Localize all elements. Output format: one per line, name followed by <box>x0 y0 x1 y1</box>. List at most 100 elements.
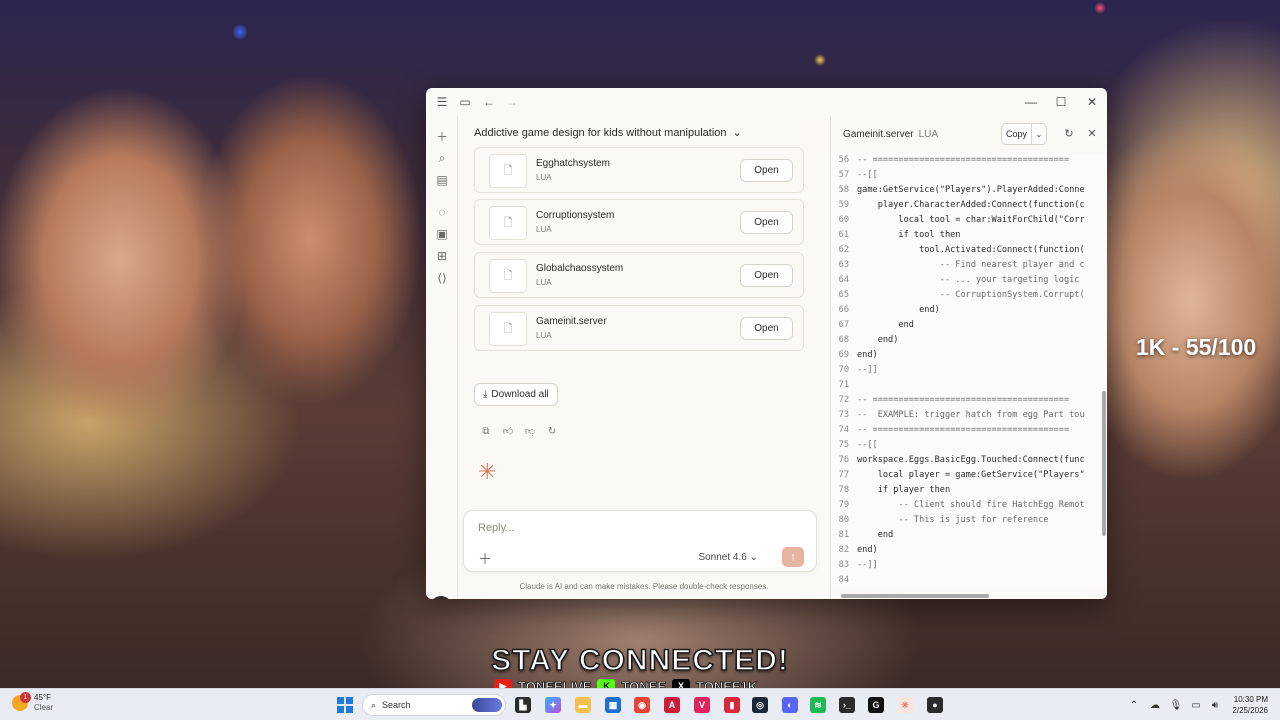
file-type: LUA <box>536 331 552 340</box>
open-file-button[interactable]: Open <box>740 264 793 287</box>
open-file-button[interactable]: Open <box>740 317 793 340</box>
file-explorer-icon[interactable]: ▬ <box>575 697 591 713</box>
maximize-icon[interactable]: ☐ <box>1053 94 1069 110</box>
task-view-icon[interactable]: ▙ <box>515 697 531 713</box>
app-v-icon[interactable]: V <box>694 697 710 713</box>
code-icon[interactable]: ⟨⟩ <box>434 270 450 286</box>
search-highlight-icon <box>472 698 502 712</box>
forward-arrow-icon[interactable]: → <box>504 94 520 110</box>
download-all-label: Download all <box>491 389 549 400</box>
copilot-icon[interactable]: ✦ <box>545 697 561 713</box>
line-number: 69 <box>838 350 849 360</box>
chevron-down-icon[interactable]: ⌄ <box>1032 124 1046 144</box>
chevron-up-icon[interactable]: ⌃ <box>1128 699 1140 711</box>
new-chat-icon[interactable]: ＋ <box>434 128 450 144</box>
conversation-title[interactable]: Addictive game design for kids without m… <box>474 126 742 140</box>
spotify-icon[interactable]: ≋ <box>810 697 826 713</box>
close-window-icon[interactable]: ✕ <box>1084 94 1100 110</box>
discord-icon[interactable]: ◐ <box>782 697 798 713</box>
code-text: player.CharacterAdded:Connect(function(c <box>857 200 1085 210</box>
line-number: 80 <box>838 515 849 525</box>
add-attachment-icon[interactable]: ＋ <box>478 549 492 569</box>
taskbar-search[interactable]: ⌕ Search <box>362 694 506 716</box>
back-arrow-icon[interactable]: ← <box>481 94 497 110</box>
code-text: end) <box>857 335 899 345</box>
code-line: 80 -- This is just for reference <box>831 513 1107 528</box>
file-card[interactable]: 🗋 Globalchaossystem LUA Open <box>474 252 804 298</box>
microphone-icon[interactable]: 🎙︎ <box>1170 699 1183 711</box>
line-number: 84 <box>838 575 849 585</box>
store-icon[interactable]: ▦ <box>605 697 621 713</box>
model-selector[interactable]: Sonnet 4.6 ⌄ <box>698 552 758 563</box>
code-text: local player = game:GetService("Players" <box>857 470 1085 480</box>
open-file-button[interactable]: Open <box>740 159 793 182</box>
message-actions: ⧉ 👍︎ 👎︎ ↻ <box>480 425 558 438</box>
code-text: -- This is just for reference <box>857 515 1049 525</box>
model-name: Sonnet 4.6 <box>698 552 747 563</box>
copy-label[interactable]: Copy <box>1002 124 1032 144</box>
network-icon[interactable]: ▭ <box>1190 699 1202 711</box>
conversation-title-text: Addictive game design for kids without m… <box>474 126 727 139</box>
app-a-icon[interactable]: A <box>664 697 680 713</box>
download-all-button[interactable]: ⤓ Download all <box>474 383 558 406</box>
code-line: 82 end) <box>831 543 1107 558</box>
copy-icon[interactable]: ⧉ <box>480 425 492 437</box>
claude-app-window: ☰ ▭ ← → — ☐ ✕ ＋ ⌕ ▤ ◌ ▣ ⊞ ⟨⟩ 1 Addictive… <box>426 88 1107 599</box>
app-record-icon[interactable]: ● <box>927 697 943 713</box>
code-horizontal-scrollbar[interactable] <box>841 594 989 598</box>
copy-button[interactable]: Copy ⌄ <box>1001 123 1047 145</box>
artifacts-icon[interactable]: ⊞ <box>434 248 450 264</box>
send-button[interactable]: ↑ <box>782 547 804 567</box>
weather-widget[interactable]: 1 45°F Clear <box>12 692 53 713</box>
left-rail: ＋ ⌕ ▤ ◌ ▣ ⊞ ⟨⟩ 1 <box>426 116 458 599</box>
minimize-icon[interactable]: — <box>1023 94 1039 110</box>
code-view[interactable]: 56 -- ===================================… <box>831 153 1107 587</box>
refresh-icon[interactable]: ↻ <box>1062 126 1076 140</box>
steam-icon[interactable]: ◎ <box>752 697 768 713</box>
file-type: LUA <box>536 278 552 287</box>
clock[interactable]: 10:30 PM 2/25/2026 <box>1226 694 1268 716</box>
weather-text: 45°F Clear <box>34 693 53 713</box>
terminal-icon[interactable]: ›_ <box>839 697 855 713</box>
code-line: 74 -- ===================================… <box>831 423 1107 438</box>
weather-sun-icon: 1 <box>12 692 31 711</box>
open-file-button[interactable]: Open <box>740 211 793 234</box>
toolbox-icon[interactable]: ▤ <box>434 172 450 188</box>
volume-icon[interactable]: 🔊︎ <box>1209 699 1221 711</box>
app-red-icon[interactable]: ▮ <box>724 697 740 713</box>
code-vertical-scrollbar[interactable] <box>1102 391 1106 536</box>
line-number: 82 <box>838 545 849 555</box>
line-number: 63 <box>838 260 849 270</box>
code-text: if tool then <box>857 230 961 240</box>
file-card[interactable]: 🗋 Corruptionsystem LUA Open <box>474 199 804 245</box>
menu-icon[interactable]: ☰ <box>434 94 450 110</box>
code-line: 83 --]] <box>831 558 1107 573</box>
code-line: 81 end <box>831 528 1107 543</box>
stream-banner-title: STAY CONNECTED! <box>490 643 789 678</box>
projects-icon[interactable]: ▣ <box>434 226 450 242</box>
line-number: 78 <box>838 485 849 495</box>
chevron-down-icon: ⌄ <box>732 127 742 139</box>
code-line: 71 <box>831 378 1107 393</box>
file-name: Egghatchsystem <box>536 158 610 169</box>
line-number: 65 <box>838 290 849 300</box>
app-g-icon[interactable]: G <box>868 697 884 713</box>
sidebar-toggle-icon[interactable]: ▭ <box>457 94 473 110</box>
windows-start-icon[interactable] <box>337 697 353 713</box>
thumbs-down-icon[interactable]: 👎︎ <box>524 425 536 437</box>
user-avatar[interactable]: 1 <box>430 596 452 599</box>
claude-taskbar-icon[interactable]: ✳ <box>897 697 913 713</box>
thumbs-up-icon[interactable]: 👍︎ <box>502 425 514 437</box>
file-card[interactable]: 🗋 Egghatchsystem LUA Open <box>474 147 804 193</box>
code-line: 68 end) <box>831 333 1107 348</box>
file-card[interactable]: 🗋 Gameinit.server LUA Open <box>474 305 804 351</box>
retry-icon[interactable]: ↻ <box>546 425 558 437</box>
reply-input[interactable]: Reply... <box>478 522 514 534</box>
search-icon[interactable]: ⌕ <box>434 150 450 166</box>
chrome-icon[interactable]: ◉ <box>634 697 650 713</box>
code-line: 65 -- CorruptionSystem.Corrupt( <box>831 288 1107 303</box>
cloud-off-icon[interactable]: ☁ <box>1149 699 1161 711</box>
close-artifact-icon[interactable]: ✕ <box>1085 126 1099 140</box>
chats-icon[interactable]: ◌ <box>434 204 450 220</box>
code-text: --]] <box>857 365 878 375</box>
